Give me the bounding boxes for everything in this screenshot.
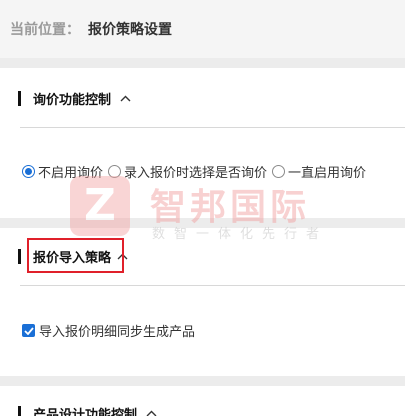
checkbox[interactable] [22,324,35,337]
breadcrumb: 当前位置： 报价策略设置 [0,0,405,58]
inquiry-radio-group: 不启用询价 录入报价时选择是否询价 一直启用询价 [22,162,371,181]
chevron-up-icon[interactable] [146,410,157,416]
sync-product-checkbox-row[interactable]: 导入报价明细同步生成产品 [22,321,195,340]
radio-label: 一直启用询价 [288,166,367,181]
radio-option-disable[interactable]: 不启用询价 [22,162,103,181]
radio-button[interactable] [22,165,35,178]
section-product-design: 产品设计功能控制 [0,386,405,416]
section-inquiry-control: 询价功能控制 [0,68,405,218]
radio-option-always-enable[interactable]: 一直启用询价 [272,162,366,181]
page-title: 报价策略设置 [88,22,172,38]
breadcrumb-label: 当前位置： [10,22,80,38]
separator [0,376,405,386]
section-title: 询价功能控制 [33,92,112,108]
checkbox-label: 导入报价明细同步生成产品 [39,325,196,340]
radio-label: 录入报价时选择是否询价 [124,166,268,181]
section-header[interactable]: 产品设计功能控制 [18,402,157,416]
section-bar [18,405,21,416]
radio-button[interactable] [108,165,122,178]
separator [0,58,405,68]
section-header[interactable]: 询价功能控制 [18,87,131,109]
section-bar [18,90,21,106]
radio-button[interactable] [272,165,286,178]
divider [20,127,405,128]
section-title: 产品设计功能控制 [33,407,138,416]
chevron-up-icon[interactable] [120,95,131,102]
section-bar [18,248,21,264]
check-icon [23,326,34,335]
divider [20,285,405,286]
radio-label: 不启用询价 [38,166,104,181]
radio-option-choose-on-entry[interactable]: 录入报价时选择是否询价 [108,162,267,181]
separator [0,218,405,228]
highlight-box [27,238,124,273]
